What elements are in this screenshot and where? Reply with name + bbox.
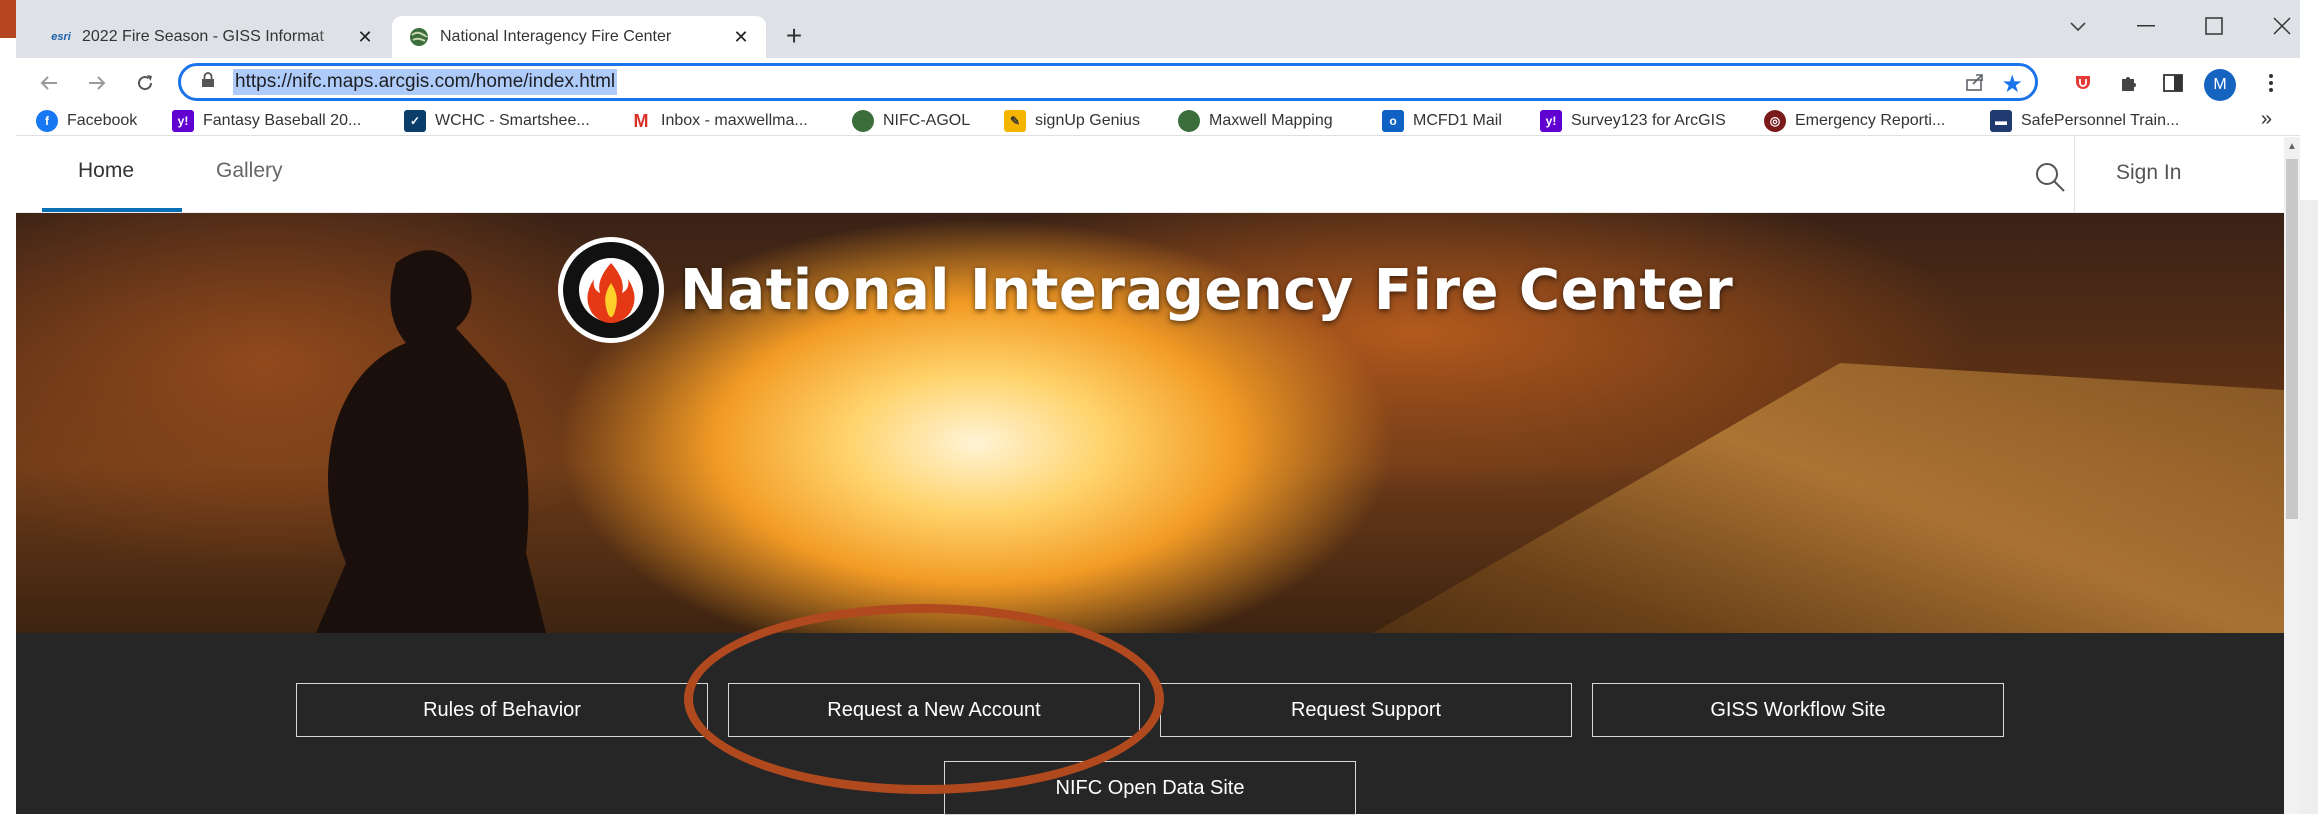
outlook-icon: o [1382,110,1404,132]
tab-title: National Interagency Fire Center [440,28,672,45]
close-tab-icon[interactable]: ✕ [730,27,752,48]
close-tab-icon[interactable]: ✕ [354,27,376,48]
bookmark-label: Fantasy Baseball 20... [203,112,362,129]
maximize-icon[interactable] [2184,6,2244,46]
site-nav: Home Gallery Sign In [16,137,2284,213]
bookmark-star-icon[interactable]: ★ [2001,70,2023,99]
bookmark-label: WCHC - Smartshee... [435,112,590,129]
esri-logo-icon: esri [51,31,71,43]
bookmark-label: Emergency Reporti... [1795,112,1946,129]
firefighter-silhouette [316,250,546,633]
nav-gallery[interactable]: Gallery [216,159,283,183]
profile-avatar[interactable]: M [2204,69,2236,101]
bookmark-gmail-inbox[interactable]: M Inbox - maxwellma... [630,108,808,134]
bookmark-safepersonnel[interactable]: ▬ SafePersonnel Train... [1990,108,2179,134]
bookmark-survey123[interactable]: y! Survey123 for ArcGIS [1540,108,1726,134]
bookmark-label: Inbox - maxwellma... [661,112,808,129]
request-support-button[interactable]: Request Support [1160,683,1572,737]
request-new-account-button[interactable]: Request a New Account [728,683,1140,737]
address-bar[interactable]: https://nifc.maps.arcgis.com/home/index.… [178,63,2038,101]
toolbar: https://nifc.maps.arcgis.com/home/index.… [16,58,2300,106]
yahoo-icon: y! [172,110,194,132]
background-window-scroll [2298,200,2318,814]
bookmark-label: signUp Genius [1035,112,1140,129]
hero-title-block: National Interagency Fire Center [556,225,1733,355]
bookmark-facebook[interactable]: f Facebook [36,108,137,134]
close-window-icon[interactable] [2252,6,2312,46]
bookmark-label: SafePersonnel Train... [2021,112,2180,129]
tab-strip: esri 2022 Fire Season - GISS Informat ✕ … [16,0,2300,58]
giss-workflow-site-button[interactable]: GISS Workflow Site [1592,683,2004,737]
bookmark-maxwell-mapping[interactable]: Maxwell Mapping [1178,108,1333,134]
scrollbar-thumb[interactable] [2286,159,2298,519]
bookmark-fantasy-baseball[interactable]: y! Fantasy Baseball 20... [172,108,361,134]
emergency-icon: ◎ [1764,110,1786,132]
page-content: Home Gallery Sign In National Interagenc… [16,137,2300,815]
hero-grass-field [1372,363,2284,633]
bookmark-label: NIFC-AGOL [883,112,971,129]
browser-window: esri 2022 Fire Season - GISS Informat ✕ … [16,0,2300,815]
globe-icon [1178,110,1200,132]
url-text[interactable]: https://nifc.maps.arcgis.com/home/index.… [233,69,618,95]
smartsheet-icon: ✓ [404,110,426,132]
hero-title: National Interagency Fire Center [680,257,1734,323]
nav-home[interactable]: Home [78,159,134,183]
nav-divider [2074,137,2075,213]
bookmark-emergency-reporting[interactable]: ◎ Emergency Reporti... [1764,108,1945,134]
search-icon[interactable] [2032,159,2068,195]
reload-icon[interactable] [128,66,162,100]
globe-icon [852,110,874,132]
back-arrow-icon[interactable] [32,66,66,100]
extension-shield-icon[interactable] [2068,68,2098,98]
bookmark-nifc-agol[interactable]: NIFC-AGOL [852,108,970,134]
nifc-seal-logo [558,237,664,343]
new-tab-button[interactable]: + [776,18,812,54]
tab-search-chevron-icon[interactable] [2048,6,2108,46]
lock-icon [201,71,225,93]
minimize-icon[interactable] [2116,6,2176,46]
extensions-puzzle-icon[interactable] [2114,68,2144,98]
bookmark-label: Facebook [67,112,138,129]
yahoo-icon: y! [1540,110,1562,132]
bookmark-label: MCFD1 Mail [1413,112,1502,129]
safepersonnel-icon: ▬ [1990,110,2012,132]
quick-links-band: Rules of Behavior Request a New Account … [16,633,2284,815]
bookmark-label: Maxwell Mapping [1209,112,1333,129]
sign-in-link[interactable]: Sign In [2116,161,2181,185]
tab-title: 2022 Fire Season - GISS Informat [82,28,324,45]
side-panel-icon[interactable] [2158,68,2188,98]
nifc-open-data-site-button[interactable]: NIFC Open Data Site [944,761,1356,815]
signup-icon: ✎ [1004,110,1026,132]
nav-active-indicator [42,208,182,212]
bookmark-wchc-smartsheet[interactable]: ✓ WCHC - Smartshee... [404,108,590,134]
bookmark-label: Survey123 for ArcGIS [1571,112,1726,129]
bookmark-signup-genius[interactable]: ✎ signUp Genius [1004,108,1140,134]
gmail-icon: M [633,110,649,131]
tab-nifc[interactable]: National Interagency Fire Center ✕ [392,16,766,58]
more-bookmarks-chevron-icon[interactable]: » [2261,108,2272,131]
scroll-up-arrow-icon[interactable]: ▲ [2286,141,2298,153]
facebook-icon: f [36,110,58,132]
tab-giss-information[interactable]: esri 2022 Fire Season - GISS Informat ✕ [34,16,390,58]
kebab-menu-icon[interactable] [2256,68,2286,98]
share-icon[interactable] [1965,72,1985,98]
rules-of-behavior-button[interactable]: Rules of Behavior [296,683,708,737]
forward-arrow-icon[interactable] [80,66,114,100]
bookmarks-bar: f Facebook y! Fantasy Baseball 20... ✓ W… [16,106,2300,136]
globe-icon [406,28,432,46]
hero-banner: National Interagency Fire Center [16,213,2284,633]
bookmark-mcfd1-mail[interactable]: o MCFD1 Mail [1382,108,1502,134]
